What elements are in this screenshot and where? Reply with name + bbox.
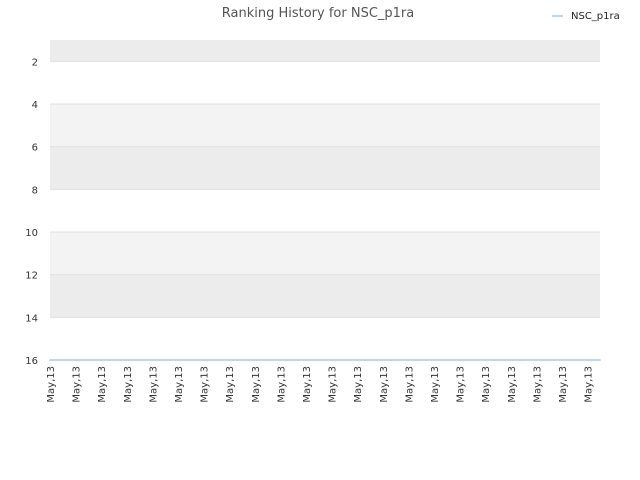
data-point xyxy=(573,359,575,361)
x-tick-label: May,13 xyxy=(404,366,415,403)
x-tick-label: May,13 xyxy=(353,366,364,403)
data-point xyxy=(389,359,392,361)
data-point xyxy=(75,359,77,361)
x-tick-label: May,13 xyxy=(200,366,211,403)
y-tick-label: 16 xyxy=(25,356,38,367)
data-point xyxy=(442,359,444,361)
x-tick-label: May,13 xyxy=(328,366,339,403)
x-tick-label: May,13 xyxy=(584,366,595,403)
plot-area xyxy=(49,40,601,361)
data-point xyxy=(49,359,51,361)
x-tick-label: May,13 xyxy=(225,366,236,403)
grid-band xyxy=(50,104,600,147)
x-tick-label: May,13 xyxy=(481,366,492,403)
x-tick-label: May,13 xyxy=(174,366,185,403)
data-point xyxy=(206,359,208,361)
grid-band xyxy=(50,189,600,232)
data-point xyxy=(337,359,339,361)
grid-band xyxy=(50,146,600,190)
data-point xyxy=(415,359,418,361)
chart-title: Ranking History for NSC_p1ra xyxy=(222,6,415,21)
x-tick-label: May,13 xyxy=(532,366,543,403)
x-tick-label: May,13 xyxy=(72,366,83,403)
grid-band xyxy=(50,232,600,275)
data-point xyxy=(232,359,235,361)
data-point xyxy=(284,359,287,361)
chart-svg: Ranking History for NSC_p1ra NSC_p1ra 2 4… xyxy=(25,6,620,403)
y-tick-label: 10 xyxy=(25,228,38,239)
y-tick-label: 6 xyxy=(32,143,38,154)
y-tick-label: 8 xyxy=(32,185,38,196)
grid-band xyxy=(50,274,600,318)
data-point xyxy=(494,359,497,361)
y-tick-label: 14 xyxy=(25,313,38,324)
x-tick-label: May,13 xyxy=(430,366,441,403)
y-tick-label: 4 xyxy=(32,100,38,111)
x-tick-label: May,13 xyxy=(558,366,569,403)
x-tick-label: May,13 xyxy=(251,366,262,403)
data-point xyxy=(180,359,182,361)
data-point xyxy=(127,359,130,361)
grid-band xyxy=(50,40,600,62)
data-point xyxy=(599,359,601,361)
grid-band xyxy=(50,61,600,104)
data-point xyxy=(153,359,156,361)
legend-label: NSC_p1ra xyxy=(571,11,620,22)
data-point xyxy=(468,359,470,361)
x-tick-label: May,13 xyxy=(302,366,313,403)
ranking-chart: Ranking History for NSC_p1ra NSC_p1ra 2 4… xyxy=(0,0,640,480)
x-tick-label: May,13 xyxy=(276,366,287,403)
y-tick-label: 2 xyxy=(32,57,38,68)
y-tick-label: 12 xyxy=(25,271,38,282)
data-point xyxy=(258,359,261,361)
x-axis: May,13 May,13 May,13 May,13 May,13 May,13 May,… xyxy=(46,366,595,403)
chart-legend: NSC_p1ra xyxy=(552,11,620,22)
x-tick-label: May,13 xyxy=(379,366,390,403)
data-point xyxy=(311,359,313,361)
grid-band xyxy=(50,317,600,360)
data-point xyxy=(546,359,549,361)
x-tick-label: May,13 xyxy=(148,366,159,403)
data-point xyxy=(520,359,523,361)
x-tick-label: May,13 xyxy=(46,366,57,403)
data-point xyxy=(101,359,104,361)
x-tick-label: May,13 xyxy=(97,366,108,403)
y-axis: 2 4 6 8 10 12 14 16 xyxy=(25,57,38,367)
x-tick-label: May,13 xyxy=(123,366,134,403)
x-tick-label: May,13 xyxy=(507,366,518,403)
data-point xyxy=(363,359,366,361)
x-tick-label: May,13 xyxy=(456,366,467,403)
